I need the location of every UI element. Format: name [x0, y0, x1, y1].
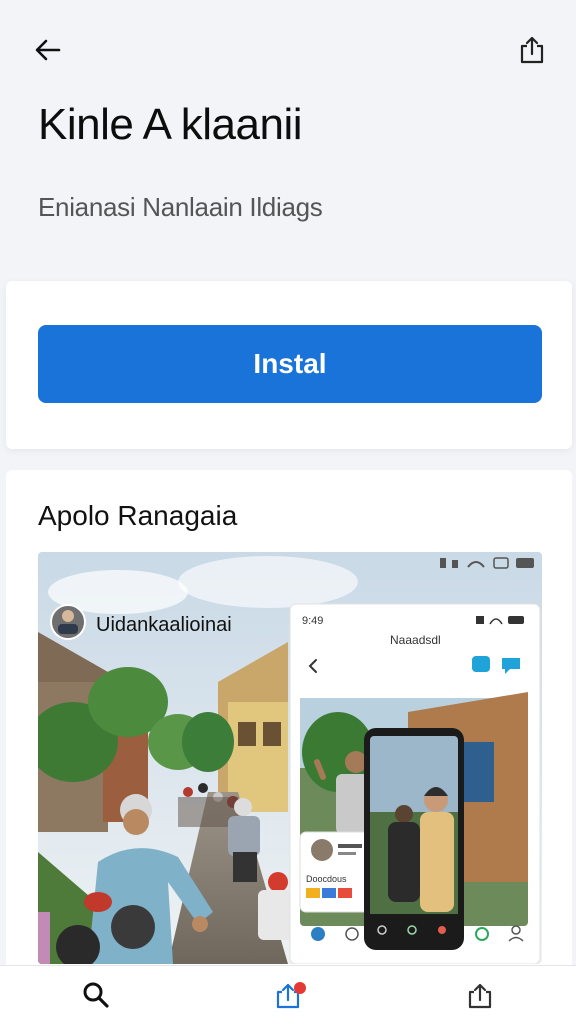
share-button[interactable]: [512, 30, 552, 70]
app-screenshot[interactable]: Uidankaalioinai 9:49 Naaadsdl Doocdous: [38, 552, 542, 964]
app-title: Kinle A klaanii: [38, 100, 303, 149]
nav-library[interactable]: [384, 966, 576, 1024]
back-button[interactable]: [28, 30, 68, 70]
top-bar: [0, 0, 576, 100]
bottom-nav: [0, 965, 576, 1024]
phone-time: 9:49: [302, 615, 323, 627]
screenshot-image: Uidankaalioinai 9:49 Naaadsdl Doocdous: [38, 552, 542, 964]
install-button[interactable]: Instal: [38, 325, 542, 403]
nav-search[interactable]: [0, 966, 192, 1024]
phone-header: Naaadsdl: [390, 633, 441, 647]
arrow-left-icon: [35, 39, 61, 61]
library-icon: [468, 983, 492, 1009]
chat-caption: Doocdous: [306, 874, 347, 884]
screenshots-section: Apolo Ranagaia Uidankaalioinai 9:49 Naaa…: [6, 470, 572, 970]
section-title: Apolo Ranagaia: [38, 500, 238, 531]
nav-updates[interactable]: [192, 966, 384, 1024]
search-icon: [83, 982, 109, 1008]
app-subtitle: Enianasi Nanlaain Ildiags: [38, 192, 323, 222]
share-icon: [520, 36, 544, 64]
notification-badge: [294, 982, 306, 994]
profile-name: Uidankaalioinai: [96, 614, 232, 636]
install-card: Instal: [6, 281, 572, 449]
phone-mockup: 9:49 Naaadsdl Doocdous: [289, 603, 541, 964]
